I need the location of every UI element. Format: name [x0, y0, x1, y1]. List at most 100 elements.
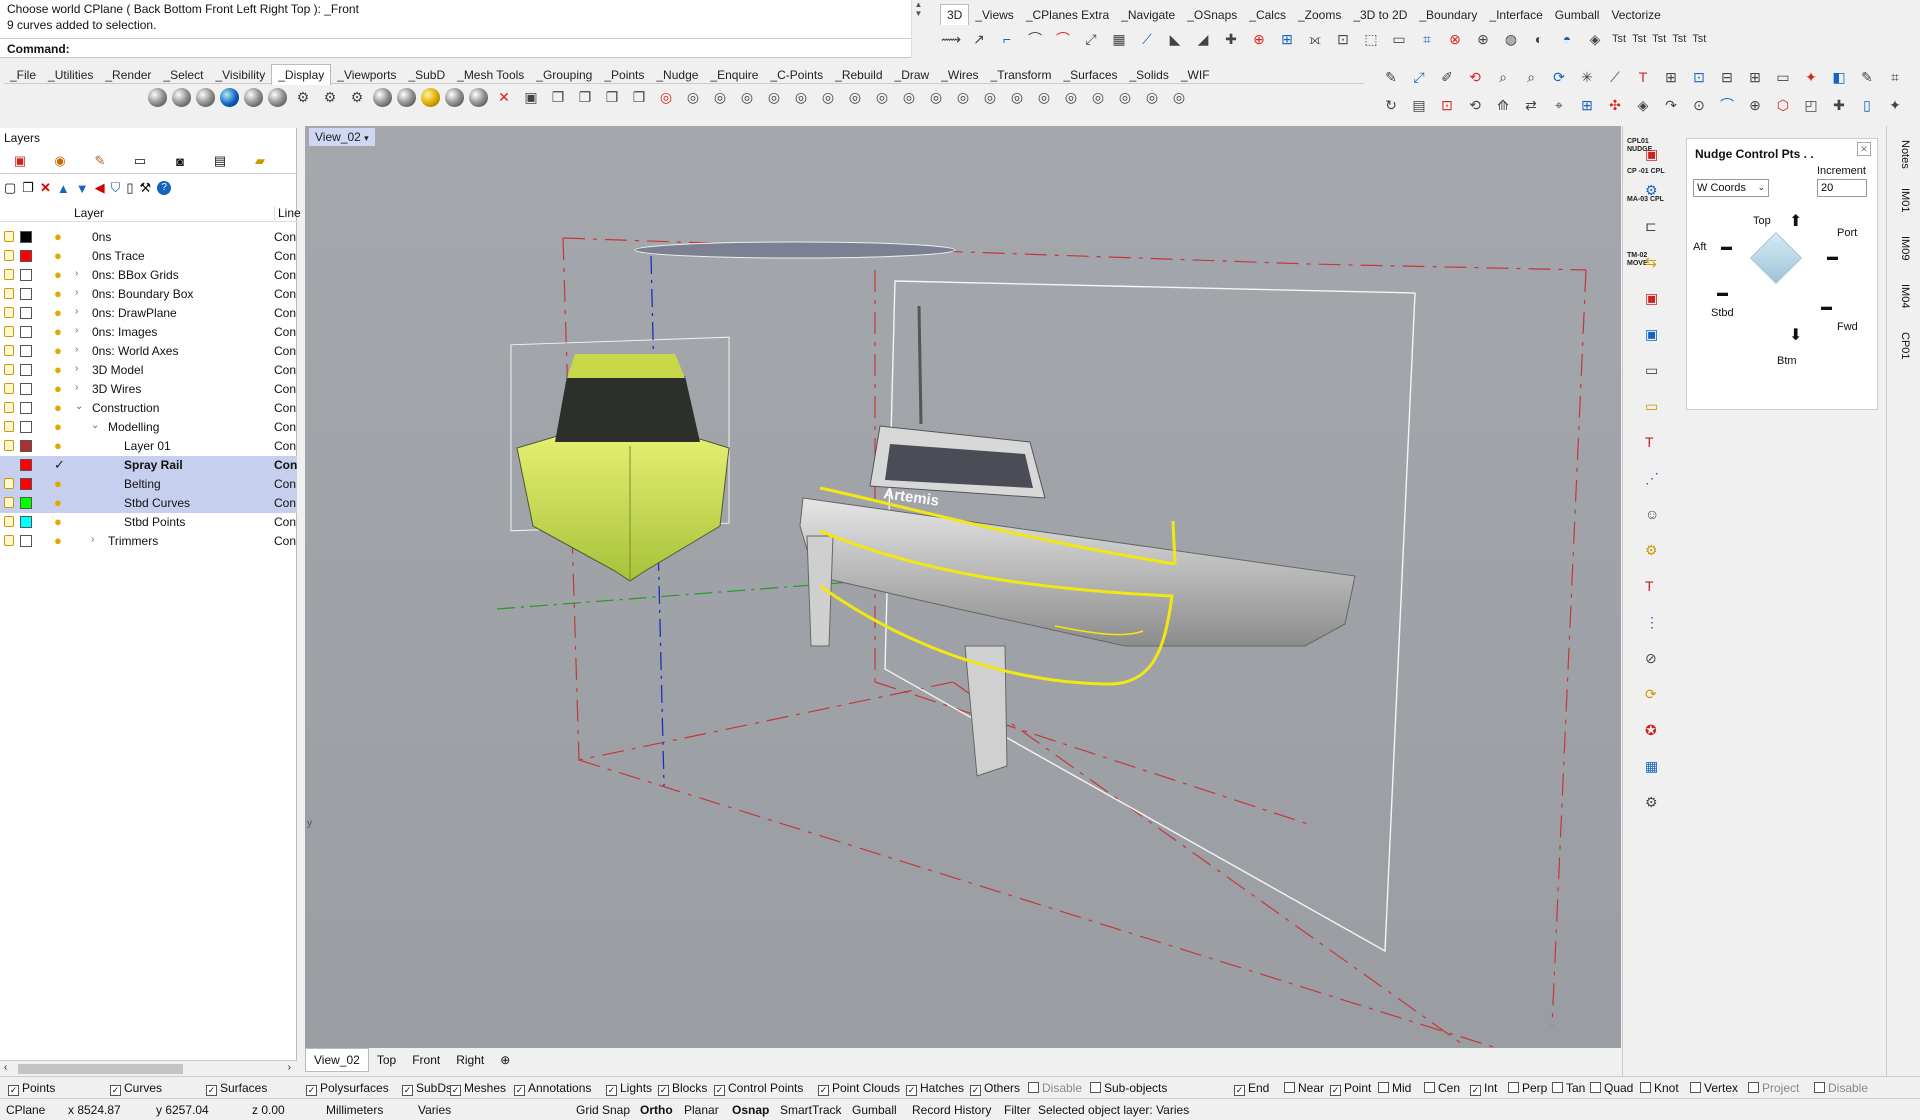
strip-tool-icon[interactable]: ⋰: [1645, 470, 1659, 487]
layer-row[interactable]: ● › Trimmers Con: [0, 532, 297, 551]
toolbar-tool-icon[interactable]: ↗: [968, 28, 990, 50]
layer-color-swatch[interactable]: [20, 326, 32, 338]
expand-arrow-icon[interactable]: ›: [75, 344, 78, 355]
tool-icon[interactable]: ⌒: [1716, 94, 1738, 116]
tool-icon[interactable]: ⊙: [1688, 94, 1710, 116]
expand-arrow-icon[interactable]: ›: [75, 382, 78, 393]
layer-color-swatch[interactable]: [20, 307, 32, 319]
tools-icon[interactable]: ⚒: [140, 180, 152, 196]
osnap-checkbox[interactable]: ✓ Int: [1470, 1081, 1497, 1096]
lock-icon[interactable]: [4, 421, 14, 432]
tool-icon[interactable]: ⟋: [1604, 66, 1626, 88]
lightbulb-icon[interactable]: ●: [54, 438, 62, 453]
tool-icon[interactable]: ⟲: [1464, 66, 1486, 88]
nudge-fwd-arrow-icon[interactable]: ▬: [1821, 301, 1832, 313]
osnap-checkbox[interactable]: Disable: [1814, 1081, 1868, 1095]
side-tab[interactable]: CP01: [1899, 332, 1911, 360]
lock-icon[interactable]: [4, 440, 14, 451]
filter-checkbox[interactable]: ✓ Polysurfaces: [306, 1081, 389, 1096]
tool-icon[interactable]: ⤢: [1408, 66, 1430, 88]
grid-snap-toggle[interactable]: Grid Snap: [576, 1103, 630, 1117]
top-tab[interactable]: _CPlanes Extra: [1020, 5, 1115, 25]
tst-button[interactable]: Tst: [1672, 33, 1686, 45]
display-mode-icon[interactable]: ◎: [925, 86, 947, 108]
toolbar-tool-icon[interactable]: ⟗: [1304, 28, 1326, 50]
folder-icon[interactable]: ▰: [240, 148, 280, 174]
osnap-checkbox[interactable]: ✓ Point: [1330, 1081, 1371, 1096]
osnap-checkbox[interactable]: Cen: [1424, 1081, 1460, 1095]
filter-checkbox[interactable]: ✓ Points: [8, 1081, 55, 1096]
strip-tool-icon[interactable]: ✪: [1645, 722, 1657, 739]
strip-tool-icon[interactable]: T: [1645, 578, 1654, 594]
osnap-checkbox[interactable]: Quad: [1590, 1081, 1633, 1095]
tool-icon[interactable]: ⊞: [1576, 94, 1598, 116]
tool-icon[interactable]: ▯: [1856, 94, 1878, 116]
toolbar-tool-icon[interactable]: ▭: [1388, 28, 1410, 50]
viewport-tab[interactable]: View_02: [305, 1048, 369, 1072]
lock-icon[interactable]: [4, 402, 14, 413]
main-tab[interactable]: _SubD: [402, 65, 451, 85]
display-mode-icon[interactable]: ◎: [1033, 86, 1055, 108]
move-down-icon[interactable]: ▼: [76, 181, 89, 196]
filter-checkbox[interactable]: ✓ Lights: [606, 1081, 652, 1096]
viewport-tab[interactable]: Front: [404, 1049, 448, 1071]
layer-row[interactable]: ● ⌄ Construction Con: [0, 399, 297, 418]
close-icon[interactable]: ✕: [1857, 142, 1871, 156]
layer-color-swatch[interactable]: [20, 497, 32, 509]
nudge-up-arrow-icon[interactable]: ⬆: [1789, 211, 1802, 231]
command-input[interactable]: Command:: [0, 38, 911, 57]
main-tab[interactable]: _Visibility: [209, 65, 271, 85]
layer-color-swatch[interactable]: [20, 440, 32, 452]
layer-color-swatch[interactable]: [20, 269, 32, 281]
tool-icon[interactable]: ✦: [1800, 66, 1822, 88]
toolbar-tool-icon[interactable]: ◢: [1192, 28, 1214, 50]
lightbulb-icon[interactable]: ●: [54, 419, 62, 434]
toolbar-tool-icon[interactable]: ⤢: [1080, 28, 1102, 50]
display-mode-icon[interactable]: ◎: [1060, 86, 1082, 108]
lock-icon[interactable]: [4, 345, 14, 356]
strip-tool-icon[interactable]: ▣: [1645, 326, 1658, 343]
layer-row[interactable]: ● › 0ns: Images Con: [0, 323, 297, 342]
tst-button[interactable]: Tst: [1632, 33, 1646, 45]
main-tab[interactable]: _WIF: [1175, 65, 1216, 85]
toolbar-tool-icon[interactable]: ⌒: [1024, 28, 1046, 50]
toolbar-tool-icon[interactable]: ◐: [1528, 28, 1550, 50]
lightbulb-icon[interactable]: ●: [54, 381, 62, 396]
display-mode-icon[interactable]: [421, 87, 440, 107]
lock-icon[interactable]: [4, 326, 14, 337]
help-icon[interactable]: ?: [157, 181, 172, 195]
expand-arrow-icon[interactable]: ⌄: [75, 401, 83, 412]
move-up-icon[interactable]: ▲: [57, 181, 70, 196]
filter-checkbox[interactable]: ✓ Control Points: [714, 1081, 803, 1096]
tool-icon[interactable]: ▭: [1772, 66, 1794, 88]
lightbulb-icon[interactable]: ●: [54, 229, 62, 244]
toolbar-tool-icon[interactable]: ◣: [1164, 28, 1186, 50]
tool-icon[interactable]: ⟲: [1464, 94, 1486, 116]
lightbulb-icon[interactable]: ●: [54, 514, 62, 529]
top-tab[interactable]: _Views: [969, 5, 1019, 25]
display-mode-icon[interactable]: [172, 87, 191, 107]
toolbar-tool-icon[interactable]: ⊗: [1444, 28, 1466, 50]
strip-tag-2[interactable]: CP -01 CPL: [1627, 168, 1665, 176]
main-tab[interactable]: _Display: [271, 64, 332, 85]
display-mode-icon[interactable]: ⚙: [292, 86, 314, 108]
tool-icon[interactable]: ⌕: [1492, 66, 1514, 88]
document-icon[interactable]: ▤: [200, 148, 240, 174]
filter-checkbox[interactable]: ✓ Curves: [110, 1081, 162, 1096]
display-mode-icon[interactable]: ▣: [520, 86, 542, 108]
layer-row[interactable]: ● › 3D Wires Con: [0, 380, 297, 399]
nudge-port-arrow-icon[interactable]: ▬: [1827, 251, 1838, 263]
toolbar-tool-icon[interactable]: ◍: [1500, 28, 1522, 50]
layer-color-swatch[interactable]: [20, 516, 32, 528]
lock-icon[interactable]: [4, 250, 14, 261]
layers-scroll-thumb[interactable]: [18, 1064, 183, 1074]
layer-row[interactable]: ● ⌄ Modelling Con: [0, 418, 297, 437]
tool-icon[interactable]: ⌕: [1520, 66, 1542, 88]
toolbar-tool-icon[interactable]: ⊡: [1332, 28, 1354, 50]
viewport-tab[interactable]: Right: [448, 1049, 492, 1071]
toolbar-tool-icon[interactable]: ⌗: [1416, 28, 1438, 50]
top-tab[interactable]: _Navigate: [1115, 5, 1181, 25]
layer-color-swatch[interactable]: [20, 402, 32, 414]
layer-color-swatch[interactable]: [20, 421, 32, 433]
main-tab[interactable]: _Transform: [985, 65, 1058, 85]
